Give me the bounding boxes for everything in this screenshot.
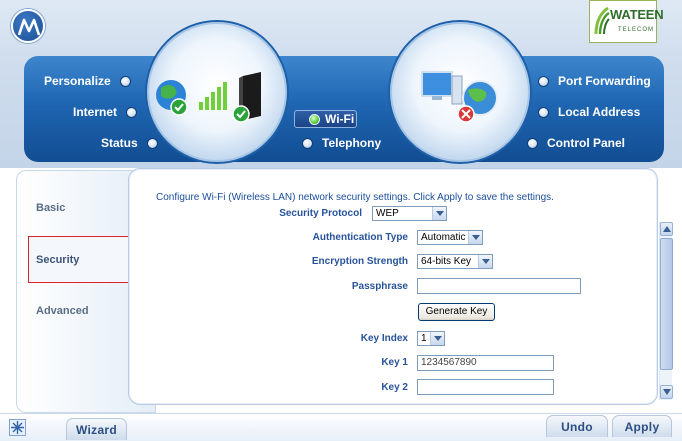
nav-personalize-label: Personalize <box>44 74 111 88</box>
nav-telephony[interactable]: Telephony <box>302 134 381 152</box>
generate-key-button[interactable]: Generate Key <box>418 303 495 321</box>
network-globe-icon <box>457 80 498 123</box>
nav-bullet-icon <box>538 75 549 87</box>
passphrase-label: Passphrase <box>351 281 408 292</box>
sidebar-item-basic[interactable]: Basic <box>36 202 65 214</box>
globe-icon <box>156 80 188 116</box>
key2-label: Key 2 <box>381 382 408 393</box>
key1-input[interactable]: 1234567890 <box>417 355 554 371</box>
nav-wifi-label: Wi-Fi <box>325 112 355 126</box>
nav-local-address-label: Local Address <box>558 105 641 119</box>
nav-internet-label: Internet <box>73 105 118 119</box>
key2-input[interactable] <box>417 379 554 395</box>
key-index-label: Key Index <box>360 333 408 344</box>
nav-local-address[interactable]: Local Address <box>538 103 640 121</box>
nav-bullet-icon <box>146 137 158 149</box>
signal-bars-icon <box>199 82 227 110</box>
wateen-mark-icon <box>594 6 610 35</box>
security-protocol-value: WEP <box>376 208 399 219</box>
chevron-down-icon <box>478 255 492 268</box>
key-index-value: 1 <box>421 333 427 344</box>
header: WATEEN TELECOM Personalize Internet Stat… <box>0 0 682 168</box>
isp-logo-sub: TELECOM <box>618 27 655 33</box>
sidebar-item-security[interactable]: Security <box>36 254 79 266</box>
nav-selected-bullet-icon <box>309 113 320 125</box>
encryption-strength-value: 64-bits Key <box>421 256 472 267</box>
vertical-scrollbar[interactable] <box>659 222 673 400</box>
encryption-strength-label: Encryption Strength <box>311 256 408 267</box>
nav-port-forwarding-label: Port Forwarding <box>558 74 651 88</box>
scroll-thumb[interactable] <box>660 238 673 370</box>
auth-type-label: Authentication Type <box>312 232 408 243</box>
key1-label: Key 1 <box>381 357 408 368</box>
security-protocol-select[interactable]: WEP <box>372 206 447 221</box>
scroll-down-button[interactable] <box>660 385 673 399</box>
passphrase-input[interactable] <box>417 278 581 294</box>
auth-type-value: Automatic <box>421 232 466 243</box>
security-protocol-label: Security Protocol <box>279 208 362 219</box>
scroll-up-button[interactable] <box>660 222 673 236</box>
nav-bullet-icon <box>119 75 131 87</box>
modem-icon <box>232 72 261 123</box>
nav-wifi[interactable]: Wi-Fi <box>294 110 357 128</box>
isp-logo-name: WATEEN <box>610 7 664 22</box>
snowflake-icon[interactable] <box>9 419 26 436</box>
auth-type-select[interactable]: Automatic <box>417 230 483 245</box>
nav-bullet-icon <box>126 106 138 118</box>
nav-bullet-icon <box>302 137 313 149</box>
nav-bullet-icon <box>527 137 538 149</box>
lan-bubble <box>390 22 530 162</box>
encryption-strength-select[interactable]: 64-bits Key <box>417 254 493 269</box>
nav-personalize[interactable]: Personalize <box>44 72 131 90</box>
key-index-select[interactable]: 1 <box>417 331 445 346</box>
intro-text: Configure Wi-Fi (Wireless LAN) network s… <box>156 192 554 203</box>
nav-telephony-label: Telephony <box>322 136 382 150</box>
nav-port-forwarding[interactable]: Port Forwarding <box>538 72 651 90</box>
nav-status-label: Status <box>101 136 138 150</box>
wizard-button[interactable]: Wizard <box>66 418 127 440</box>
isp-logo: WATEEN TELECOM <box>589 0 664 43</box>
nav-status[interactable]: Status <box>101 134 158 152</box>
nav-internet[interactable]: Internet <box>73 103 138 121</box>
nav-control-panel[interactable]: Control Panel <box>527 134 625 152</box>
chevron-down-icon <box>430 332 444 345</box>
motorola-logo-icon <box>11 9 45 43</box>
computer-icon <box>421 71 463 105</box>
apply-button[interactable]: Apply <box>612 415 672 437</box>
nav-control-panel-label: Control Panel <box>547 136 626 150</box>
chevron-down-icon <box>432 207 446 220</box>
nav-bullet-icon <box>538 106 549 118</box>
sidebar-item-advanced[interactable]: Advanced <box>36 305 89 317</box>
internet-bubble <box>147 22 287 162</box>
chevron-down-icon <box>468 231 482 244</box>
undo-button[interactable]: Undo <box>546 415 608 437</box>
